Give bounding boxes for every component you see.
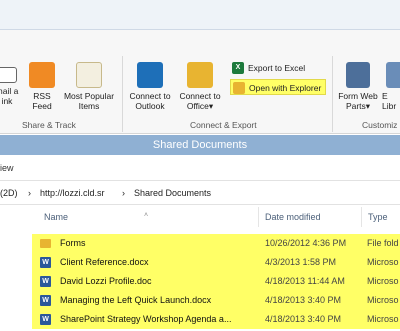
connect-to-outlook-button[interactable]: Connect to Outlook — [126, 62, 174, 111]
email-label: mail a ink — [0, 86, 19, 106]
breadcrumb-host[interactable]: http://lozzi.cld.sr — [40, 181, 105, 205]
rss-feed-button[interactable]: RSS Feed — [28, 62, 56, 111]
explorer-folder-icon — [233, 82, 245, 94]
open-with-explorer-button[interactable]: Open with Explorer — [230, 79, 327, 95]
connect-to-office-button[interactable]: Connect to Office▾ — [176, 62, 224, 111]
file-date: 4/18/2013 3:40 PM — [265, 314, 342, 324]
word-document-icon: W — [40, 257, 51, 268]
library-label: E Libr — [382, 91, 397, 111]
view-menu[interactable]: iew — [0, 163, 14, 173]
list-item[interactable]: W David Lozzi Profile.doc 4/18/2013 11:4… — [32, 272, 400, 291]
column-date-header[interactable]: Date modified — [265, 212, 321, 222]
list-item[interactable]: W Client Reference.docx 4/3/2013 1:58 PM… — [32, 253, 400, 272]
breadcrumb-separator-icon: › — [122, 188, 125, 198]
column-name-header[interactable]: Name — [44, 212, 68, 222]
file-type: File fold — [367, 238, 399, 248]
highlighted-file-rows: Forms 10/26/2012 4:36 PM File fold W Cli… — [32, 234, 400, 329]
column-divider — [258, 207, 259, 227]
sort-ascending-icon: ˄ — [144, 212, 149, 219]
formweb-label: Form Web Parts — [338, 91, 378, 111]
formweb-caret-icon: ▾ — [365, 101, 371, 111]
file-date: 4/18/2013 3:40 PM — [265, 295, 342, 305]
library-icon — [386, 62, 400, 88]
file-date: 4/18/2013 11:44 AM — [265, 276, 345, 286]
file-name: David Lozzi Profile.doc — [60, 276, 152, 286]
most-popular-items-button[interactable]: Most Popular Items — [60, 62, 118, 111]
file-type: Microso — [367, 276, 399, 286]
file-type: Microso — [367, 295, 399, 305]
form-web-parts-icon — [346, 62, 370, 88]
rss-icon — [29, 62, 55, 88]
file-type: Microso — [367, 314, 399, 324]
share-track-group-label: Share & Track — [22, 120, 76, 130]
file-name: SharePoint Strategy Workshop Agenda a... — [60, 314, 232, 324]
file-name: Managing the Left Quick Launch.docx — [60, 295, 212, 305]
browser-top-strip — [0, 0, 400, 30]
explorer-title-bar: Shared Documents — [0, 135, 400, 155]
folder-icon — [40, 239, 51, 248]
email-icon — [0, 67, 17, 83]
list-item[interactable]: W Managing the Left Quick Launch.docx 4/… — [32, 291, 400, 310]
outlook-icon — [137, 62, 163, 88]
office-label: Connect to Office — [179, 91, 221, 111]
address-bar[interactable]: (2D) › http://lozzi.cld.sr › Shared Docu… — [0, 181, 400, 205]
word-document-icon: W — [40, 276, 51, 287]
explorer-label: Open with Explorer — [249, 83, 322, 93]
file-date: 4/3/2013 1:58 PM — [265, 257, 337, 267]
file-list: ˄ Name Date modified Type Forms 10/26/20… — [26, 205, 400, 331]
excel-label: Export to Excel — [248, 63, 306, 73]
file-name: Forms — [60, 238, 86, 248]
library-button[interactable]: E Libr — [382, 62, 400, 111]
column-type-header[interactable]: Type — [368, 212, 388, 222]
popular-items-icon — [76, 62, 102, 88]
customize-group-label: Customiz — [362, 120, 398, 130]
word-document-icon: W — [40, 295, 51, 306]
ribbon: mail a ink RSS Feed Most Popular Items S… — [0, 30, 400, 134]
word-document-icon: W — [40, 314, 51, 325]
office-icon — [187, 62, 213, 88]
column-header-row: ˄ Name Date modified Type — [26, 205, 400, 229]
breadcrumb-folder[interactable]: Shared Documents — [134, 181, 211, 205]
file-type: Microso — [367, 257, 399, 267]
office-caret-icon: ▾ — [208, 101, 214, 111]
connect-export-group-label: Connect & Export — [190, 120, 257, 130]
excel-icon: X — [232, 62, 244, 74]
explorer-menu-bar: iew — [0, 155, 400, 181]
group-divider — [122, 56, 123, 132]
column-divider — [361, 207, 362, 227]
breadcrumb-separator-icon: › — [28, 188, 31, 198]
address-prefix: (2D) — [0, 188, 18, 198]
list-item[interactable]: Forms 10/26/2012 4:36 PM File fold — [32, 234, 400, 253]
export-to-excel-button[interactable]: X Export to Excel — [230, 60, 305, 76]
group-divider — [332, 56, 333, 132]
popular-label: Most Popular Items — [63, 91, 115, 111]
form-web-parts-button[interactable]: Form Web Parts▾ — [336, 62, 380, 111]
file-date: 10/26/2012 4:36 PM — [265, 238, 347, 248]
email-link-button[interactable]: mail a ink — [0, 62, 20, 106]
outlook-label: Connect to Outlook — [129, 91, 171, 111]
rss-label: RSS Feed — [32, 91, 52, 111]
file-name: Client Reference.docx — [60, 257, 149, 267]
list-item[interactable]: W SharePoint Strategy Workshop Agenda a.… — [32, 310, 400, 329]
